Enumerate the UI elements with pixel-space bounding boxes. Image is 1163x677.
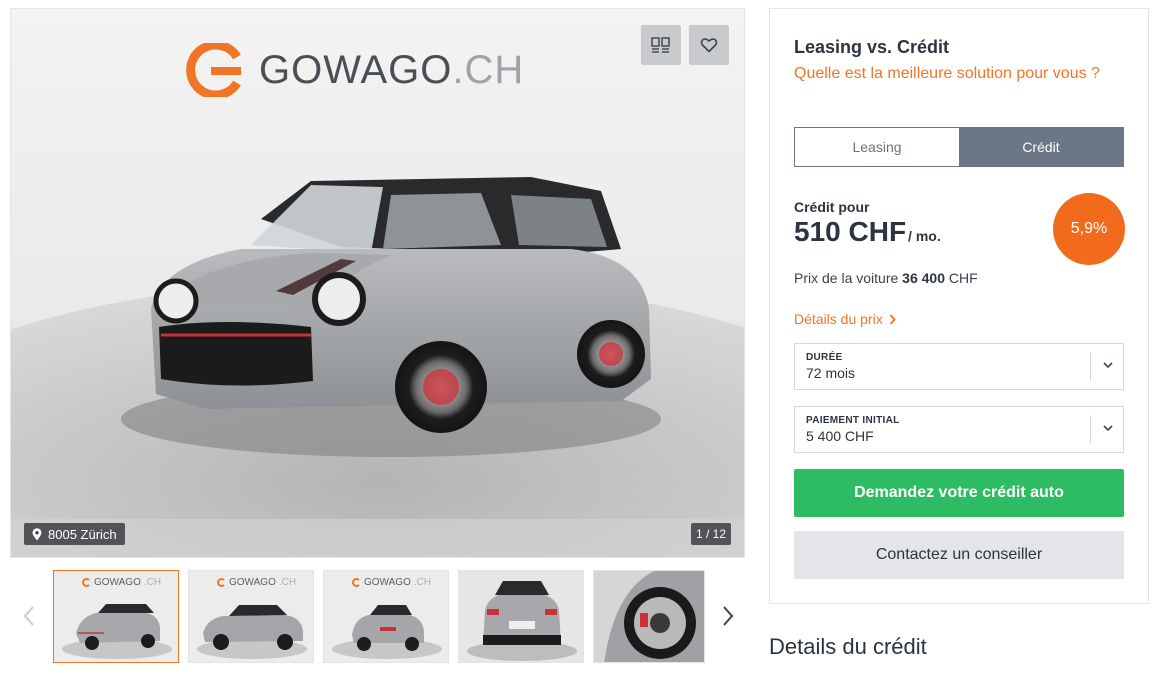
chevron-right-icon <box>723 606 734 626</box>
image-gallery[interactable]: GOWAGO.CH 8005 Zürich 1 / 12 <box>10 8 745 558</box>
favorite-button[interactable] <box>689 25 729 65</box>
select-divider <box>1090 415 1091 444</box>
toggle-credit[interactable]: Crédit <box>959 128 1123 166</box>
down-payment-label: PAIEMENT INITIAL <box>806 415 900 426</box>
thumbnail-strip: GOWAGO .CH GOWAGO .CH GOWAGO .CH <box>10 568 745 664</box>
contact-advisor-button[interactable]: Contactez un conseiller <box>794 531 1124 579</box>
price-details-label: Détails du prix <box>794 311 883 327</box>
panel-title: Leasing vs. Crédit <box>794 37 950 57</box>
location-badge: 8005 Zürich <box>24 523 125 545</box>
location-text: 8005 Zürich <box>48 526 117 542</box>
heart-icon <box>700 38 718 53</box>
monthly-amount: 510 CHF / mo. <box>794 216 941 248</box>
panel-subtitle: Quelle est la meilleure solution pour vo… <box>794 65 1100 82</box>
down-payment-value: 5 400 CHF <box>806 428 874 444</box>
map-pin-icon <box>32 527 42 540</box>
request-credit-button[interactable]: Demandez votre crédit auto <box>794 469 1124 517</box>
financing-type-toggle: Leasing Crédit <box>794 127 1124 167</box>
thumbnail-logo: GOWAGO .CH <box>82 577 161 588</box>
car-price: Prix de la voiture 36 400 CHF <box>794 270 978 286</box>
image-counter: 1 / 12 <box>690 523 731 545</box>
thumbnail-4[interactable] <box>458 570 584 663</box>
chevron-down-icon[interactable] <box>1102 361 1114 369</box>
chevron-right-icon <box>889 313 896 325</box>
credit-details-heading: Details du crédit <box>769 634 927 659</box>
thumbnail-2[interactable]: GOWAGO .CH <box>188 570 314 663</box>
next-thumbnail-button[interactable] <box>713 598 743 634</box>
duration-select[interactable]: DURÉE 72 mois <box>794 343 1124 390</box>
credit-label: Crédit pour <box>794 199 870 215</box>
chevron-down-icon[interactable] <box>1102 424 1114 432</box>
car-price-currency: CHF <box>948 270 978 286</box>
prev-thumbnail-button[interactable] <box>14 598 44 634</box>
thumbnail-5[interactable] <box>593 570 705 663</box>
thumbnail-logo: GOWAGO .CH <box>217 577 296 588</box>
car-price-value: 36 400 <box>902 270 945 286</box>
thumbnail-1[interactable]: GOWAGO .CH <box>53 570 179 663</box>
chevron-left-icon <box>23 606 34 626</box>
interest-rate-badge: 5,9% <box>1053 193 1125 265</box>
compare-icon <box>651 37 670 53</box>
select-divider <box>1090 352 1091 381</box>
monthly-amount-unit: / mo. <box>908 228 941 244</box>
logo-suffix-text: .CH <box>452 47 525 92</box>
thumbnail-image <box>459 571 583 662</box>
price-details-link[interactable]: Détails du prix <box>794 311 896 327</box>
financing-panel: Leasing vs. Crédit Quelle est la meilleu… <box>769 8 1149 604</box>
dealer-logo: GOWAGO.CH <box>185 43 524 97</box>
duration-value: 72 mois <box>806 365 856 381</box>
monthly-amount-value: 510 CHF <box>794 216 907 247</box>
thumbnail-logo: GOWAGO .CH <box>352 577 431 588</box>
compare-button[interactable] <box>641 25 681 65</box>
thumbnail-3[interactable]: GOWAGO .CH <box>323 570 449 663</box>
thumbnail-image <box>594 571 704 662</box>
gowago-logo-icon <box>186 43 241 97</box>
logo-main-text: GOWAGO <box>259 47 453 92</box>
down-payment-select[interactable]: PAIEMENT INITIAL 5 400 CHF <box>794 406 1124 453</box>
toggle-leasing[interactable]: Leasing <box>795 128 959 166</box>
car-price-label: Prix de la voiture <box>794 270 899 286</box>
duration-label: DURÉE <box>806 352 843 363</box>
